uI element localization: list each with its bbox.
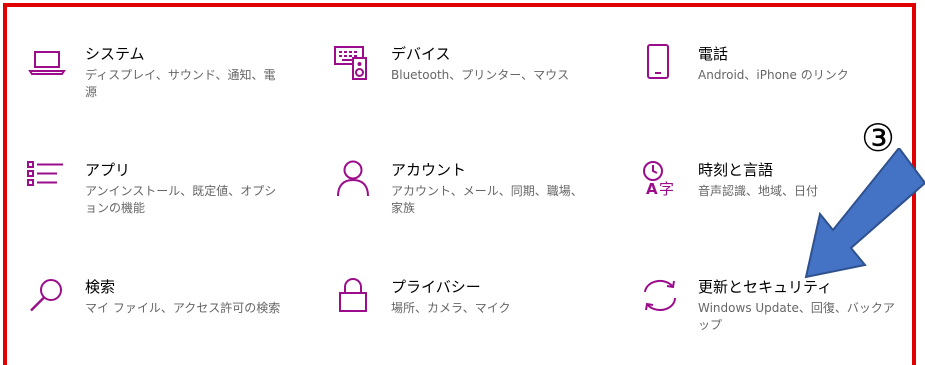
settings-tile-privacy[interactable]: プライバシー 場所、カメラ、マイク (333, 277, 593, 357)
search-icon (27, 277, 67, 317)
settings-tile-devices[interactable]: デバイス Bluetooth、プリンター、マウス (333, 44, 593, 124)
tile-description: ディスプレイ、サウンド、通知、電源 (85, 68, 276, 99)
sync-icon (640, 277, 680, 317)
tile-title: 電話 (698, 45, 729, 63)
tile-description: Android、iPhone のリンク (698, 68, 849, 82)
person-icon (333, 160, 373, 200)
pointer-arrow-icon (804, 148, 925, 279)
tile-description: Bluetooth、プリンター、マウス (391, 68, 570, 82)
tile-title: アプリ (85, 161, 131, 179)
phone-icon (640, 44, 680, 84)
lock-icon (333, 277, 373, 317)
svg-text:A: A (646, 180, 658, 198)
tile-description: アカウント、メール、同期、職場、家族 (391, 184, 583, 215)
keyboard-speaker-icon (333, 44, 373, 84)
laptop-icon (27, 44, 67, 84)
settings-tile-search[interactable]: 検索 マイ ファイル、アクセス許可の検索 (27, 277, 287, 357)
settings-tile-apps[interactable]: アプリ アンインストール、既定値、オプションの機能 (27, 160, 287, 240)
tile-title: プライバシー (391, 278, 481, 296)
svg-text:字: 字 (659, 180, 674, 198)
time-language-icon: A 字 (640, 160, 680, 200)
tile-description: マイ ファイル、アクセス許可の検索 (85, 301, 281, 315)
settings-tile-system[interactable]: システム ディスプレイ、サウンド、通知、電源 (27, 44, 287, 124)
tile-title: デバイス (391, 45, 451, 63)
tile-description: Windows Update、回復、バックアップ (698, 301, 895, 332)
tile-title: 検索 (85, 278, 116, 296)
tile-description: アンインストール、既定値、オプションの機能 (85, 184, 277, 215)
settings-tile-phone[interactable]: 電話 Android、iPhone のリンク (640, 44, 900, 124)
apps-list-icon (27, 160, 67, 200)
tile-title: アカウント (391, 161, 467, 179)
settings-tile-accounts[interactable]: アカウント アカウント、メール、同期、職場、家族 (333, 160, 593, 240)
tile-title: システム (85, 45, 145, 63)
tile-description: 場所、カメラ、マイク (391, 301, 511, 315)
